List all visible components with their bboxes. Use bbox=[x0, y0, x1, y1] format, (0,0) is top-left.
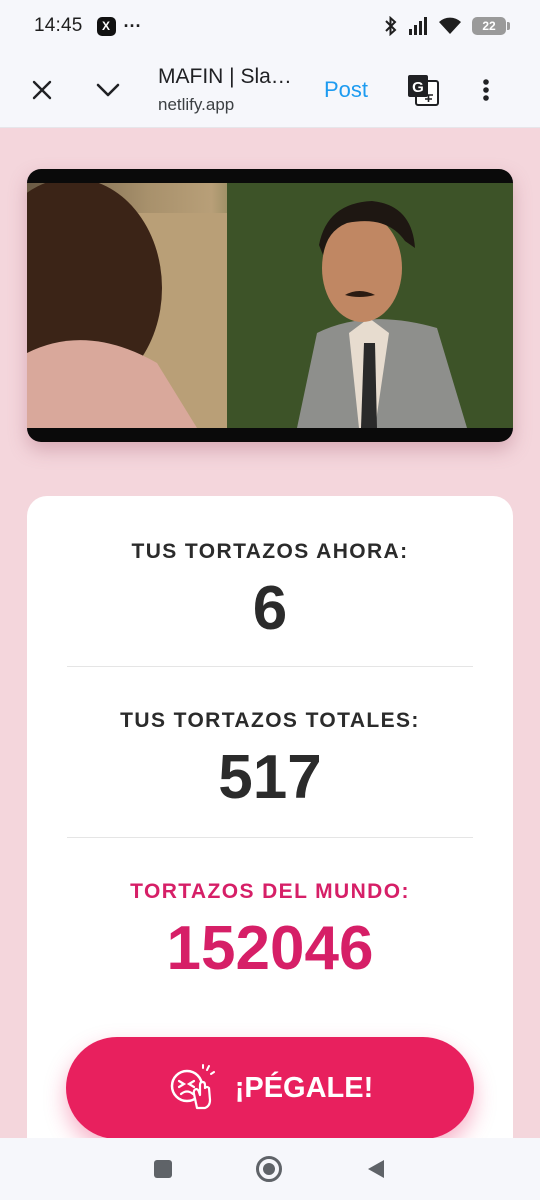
overflow-menu-button[interactable] bbox=[474, 70, 498, 110]
chevron-down-icon bbox=[96, 83, 120, 96]
system-nav-bar bbox=[0, 1138, 540, 1200]
hit-button-label: ¡PÉGALE! bbox=[234, 1071, 374, 1104]
stat-divider bbox=[67, 837, 473, 838]
stat-world-value: 152046 bbox=[166, 914, 374, 983]
translate-icon: G bbox=[408, 74, 440, 106]
page-url: netlify.app bbox=[158, 94, 235, 114]
wifi-icon bbox=[439, 17, 461, 34]
back-icon[interactable] bbox=[366, 1158, 386, 1180]
stat-world: TORTAZOS DEL MUNDO: 152046 bbox=[27, 880, 513, 980]
close-button[interactable] bbox=[22, 70, 62, 110]
status-time: 14:45 bbox=[34, 15, 83, 36]
stat-now-value: 6 bbox=[252, 574, 288, 643]
stat-world-label: TORTAZOS DEL MUNDO: bbox=[130, 880, 410, 903]
battery-icon: 22 bbox=[472, 17, 510, 35]
bluetooth-icon bbox=[385, 16, 397, 36]
video-still-image bbox=[27, 178, 513, 428]
home-icon-dot bbox=[263, 1163, 275, 1175]
recents-icon[interactable] bbox=[154, 1160, 172, 1178]
status-bar: 14:45 X ··· 22 bbox=[0, 0, 540, 52]
page-title-block: MAFIN | Sla… netlify.app bbox=[158, 65, 310, 115]
stat-divider bbox=[67, 666, 473, 667]
stat-now: TUS TORTAZOS AHORA: 6 bbox=[27, 540, 513, 640]
status-icons: 22 bbox=[384, 16, 510, 36]
page-title: MAFIN | Sla… bbox=[158, 64, 292, 88]
overflow-menu-icon bbox=[483, 78, 489, 101]
signal-icon bbox=[409, 17, 427, 35]
stat-total-label: TUS TORTAZOS TOTALES: bbox=[120, 709, 420, 732]
post-button[interactable]: Post bbox=[324, 77, 368, 103]
hit-button[interactable]: ¡PÉGALE! bbox=[66, 1037, 474, 1139]
video-frame bbox=[27, 178, 513, 428]
translate-button[interactable]: G bbox=[406, 73, 440, 107]
stat-total-value: 517 bbox=[218, 743, 322, 812]
svg-text:G: G bbox=[412, 79, 424, 96]
stat-now-label: TUS TORTAZOS AHORA: bbox=[131, 540, 409, 563]
browser-toolbar: MAFIN | Sla… netlify.app Post G bbox=[0, 52, 540, 128]
minimize-button[interactable] bbox=[88, 70, 128, 110]
x-app-icon: X bbox=[96, 16, 116, 36]
close-icon bbox=[32, 80, 52, 99]
video-player[interactable] bbox=[27, 169, 513, 442]
home-icon[interactable] bbox=[256, 1156, 282, 1182]
slap-face-icon bbox=[170, 1064, 215, 1110]
stat-total: TUS TORTAZOS TOTALES: 517 bbox=[27, 709, 513, 809]
more-notifications-icon: ··· bbox=[123, 15, 142, 36]
